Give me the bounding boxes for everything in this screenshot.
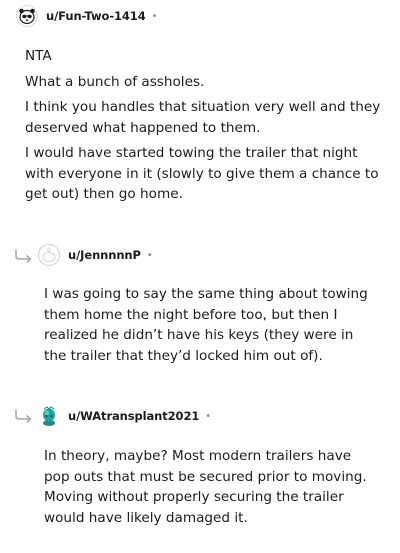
comment-3-body: In theory, maybe? Most modern trailers h… (44, 446, 380, 533)
reply-arrow-icon (15, 249, 32, 263)
comment-1-header: u/Fun-Two-1414 • (16, 4, 158, 28)
comment-1-body: NTA What a bunch of assholes. I think yo… (25, 46, 381, 210)
panda-avatar-icon[interactable] (16, 5, 38, 27)
comment-1-paragraph: I would have started towing the trailer … (25, 145, 379, 202)
comment-1-paragraph: I think you handles that situation very … (25, 99, 381, 136)
default-snoo-avatar-icon[interactable] (38, 244, 60, 266)
comment-2-separator: • (146, 249, 153, 261)
comment-2-paragraph: I was going to say the same thing about … (44, 286, 368, 364)
comment-3-username[interactable]: u/WAtransplant2021 (68, 409, 199, 423)
comment-3-separator: • (205, 410, 212, 422)
comment-2-username[interactable]: u/JennnnnP (68, 248, 141, 262)
comment-2-body: I was going to say the same thing about … (44, 284, 380, 371)
teal-snoo-avatar-icon[interactable] (38, 405, 60, 427)
comment-2-header: u/JennnnnP • (38, 243, 153, 267)
comment-3-paragraph: In theory, maybe? Most modern trailers h… (44, 448, 367, 526)
comment-1-paragraph: What a bunch of assholes. (25, 73, 205, 90)
comment-1-username[interactable]: u/Fun-Two-1414 (46, 9, 146, 23)
reply-arrow-icon (15, 409, 32, 423)
comment-1-separator: • (151, 10, 158, 22)
comment-3-header: u/WAtransplant2021 • (38, 404, 211, 428)
comment-1-paragraph: NTA (25, 48, 52, 64)
